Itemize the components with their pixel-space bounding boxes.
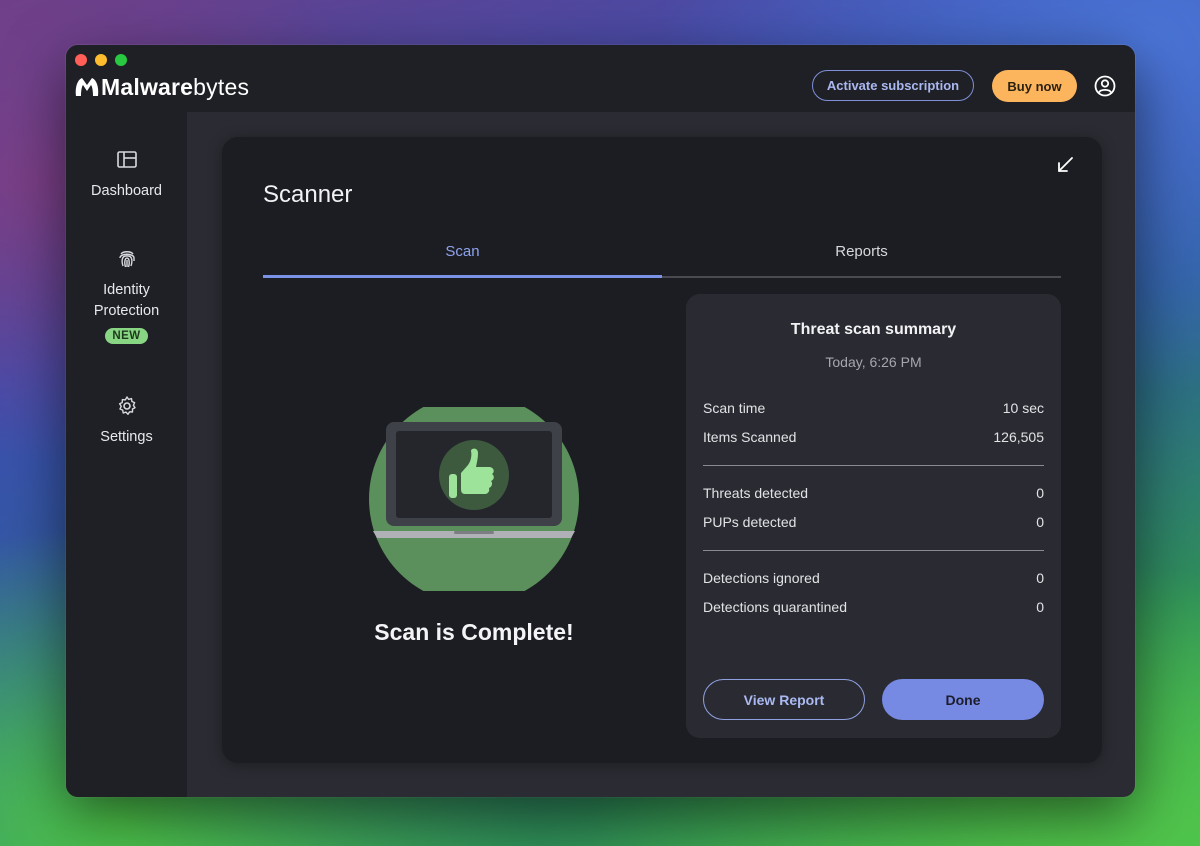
tab-scan[interactable]: Scan [263, 243, 662, 260]
zoom-window-button[interactable] [115, 54, 127, 66]
brand-bold: Malware [101, 73, 194, 100]
done-button[interactable]: Done [882, 679, 1044, 720]
summary-row-detections-ignored: Detections ignored 0 [703, 570, 1044, 590]
sidebar-item-settings[interactable]: Settings [66, 395, 187, 448]
summary-row-scan-time: Scan time 10 sec [703, 400, 1044, 420]
sidebar-item-identity-protection[interactable]: Identity Protection NEW [66, 248, 187, 344]
scan-status-message: Scan is Complete! [374, 619, 574, 645]
summary-title: Threat scan summary [790, 321, 957, 338]
tab-reports[interactable]: Reports [662, 243, 1061, 260]
buy-now-button[interactable]: Buy now [992, 70, 1077, 102]
activate-subscription-button[interactable]: Activate subscription [812, 70, 974, 101]
row-label: Threats detected [703, 485, 809, 501]
row-value: 126,505 [993, 429, 1044, 445]
threat-scan-summary: Threat scan summary Today, 6:26 PM Scan … [686, 294, 1061, 738]
row-label: Items Scanned [703, 429, 797, 445]
gear-icon [118, 396, 136, 415]
row-label: Detections quarantined [703, 599, 847, 615]
summary-row-detections-quarantined: Detections quarantined 0 [703, 599, 1044, 619]
summary-row-items-scanned: Items Scanned 126,505 [703, 429, 1044, 449]
row-value: 10 sec [1002, 400, 1044, 416]
collapse-icon[interactable] [1056, 156, 1074, 174]
account-icon[interactable] [1094, 75, 1116, 97]
row-value: 0 [1036, 570, 1044, 586]
summary-divider [703, 465, 1044, 466]
row-value: 0 [1036, 485, 1044, 501]
row-label: Scan time [703, 400, 766, 416]
sidebar-item-dashboard[interactable]: Dashboard [66, 149, 187, 202]
page-title: Scanner [263, 181, 353, 208]
close-window-button[interactable] [75, 54, 87, 66]
dashboard-icon [116, 151, 137, 168]
row-value: 0 [1036, 514, 1044, 530]
scanner-card: Scanner Scan Reports Scan is Complete! T… [222, 137, 1102, 763]
row-label: PUPs detected [703, 514, 797, 530]
scanner-tabs: Scan Reports [263, 243, 1061, 278]
active-tab-indicator [263, 275, 662, 278]
brand-light: bytes [193, 73, 250, 100]
summary-row-threats-detected: Threats detected 0 [703, 485, 1044, 505]
summary-row-pups-detected: PUPs detected 0 [703, 514, 1044, 534]
malwarebytes-logo-icon [75, 78, 99, 96]
row-label: Detections ignored [703, 570, 820, 586]
app-window: Malware bytes Activate subscription Buy n… [66, 45, 1135, 797]
sidebar-item-label: Settings [100, 429, 153, 445]
title-bar: Malware bytes Activate subscription Buy n… [66, 45, 1135, 112]
new-badge: NEW [105, 328, 148, 344]
sidebar: Dashboard Identity Protection NEW Settin… [66, 112, 187, 797]
sidebar-item-label: Identity Protection [93, 282, 160, 319]
view-report-button[interactable]: View Report [703, 679, 865, 720]
row-value: 0 [1036, 599, 1044, 615]
fingerprint-icon [118, 251, 135, 268]
summary-divider [703, 550, 1044, 551]
scan-complete-illustration [369, 407, 579, 591]
summary-date: Today, 6:26 PM [825, 354, 922, 370]
minimize-window-button[interactable] [95, 54, 107, 66]
malwarebytes-logo: Malware bytes [74, 72, 249, 102]
sidebar-item-label: Dashboard [91, 183, 162, 199]
